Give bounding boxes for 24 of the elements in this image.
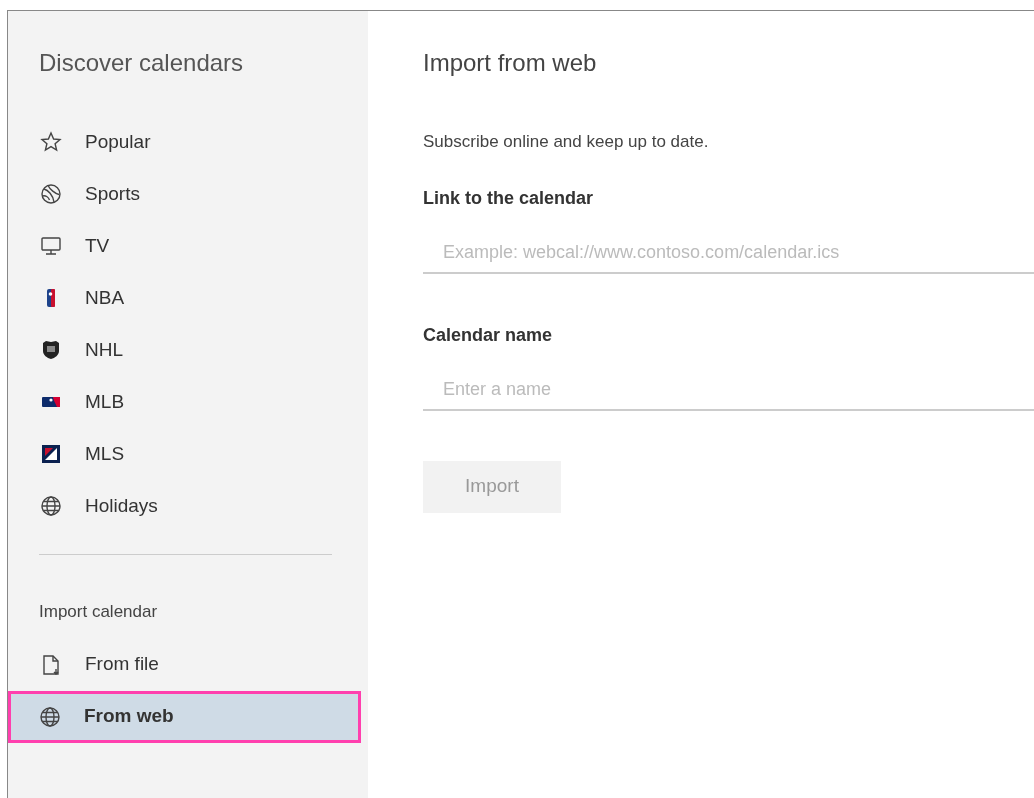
field-label: Link to the calendar [423,186,595,210]
sidebar-item[interactable]: Sports [9,168,362,220]
text-field[interactable]: Example: webcal://www.contoso.com/calendar.ics [423,233,1034,274]
globe-icon [38,704,62,729]
sidebar-item[interactable]: NBA [9,272,362,324]
sidebar-item[interactable]: From web [8,690,361,743]
sidebar-item[interactable]: MLB [9,376,362,428]
monitor-icon [39,234,63,258]
sidebar-item[interactable]: MLS [9,428,362,480]
subtitle: Subscribe online and keep up to date. [423,131,710,153]
section-heading: Import calendar [38,601,159,623]
page-title: Import from web [423,48,598,78]
sidebar-item[interactable]: TV [9,220,362,272]
sidebar-item[interactable]: Holidays [9,480,362,532]
field-label: Calendar name [423,323,554,347]
star-icon [39,130,63,154]
sidebar-item[interactable]: NHL [9,324,362,376]
ball-icon [39,182,63,206]
text-field[interactable]: Enter a name [423,370,1034,411]
league-logo-icon [39,442,63,466]
sidebar-item[interactable]: Popular [9,116,362,168]
sidebar-item[interactable]: From file [9,638,362,691]
sidebar-title: Discover calendars [38,48,245,78]
globe-icon [39,494,63,518]
